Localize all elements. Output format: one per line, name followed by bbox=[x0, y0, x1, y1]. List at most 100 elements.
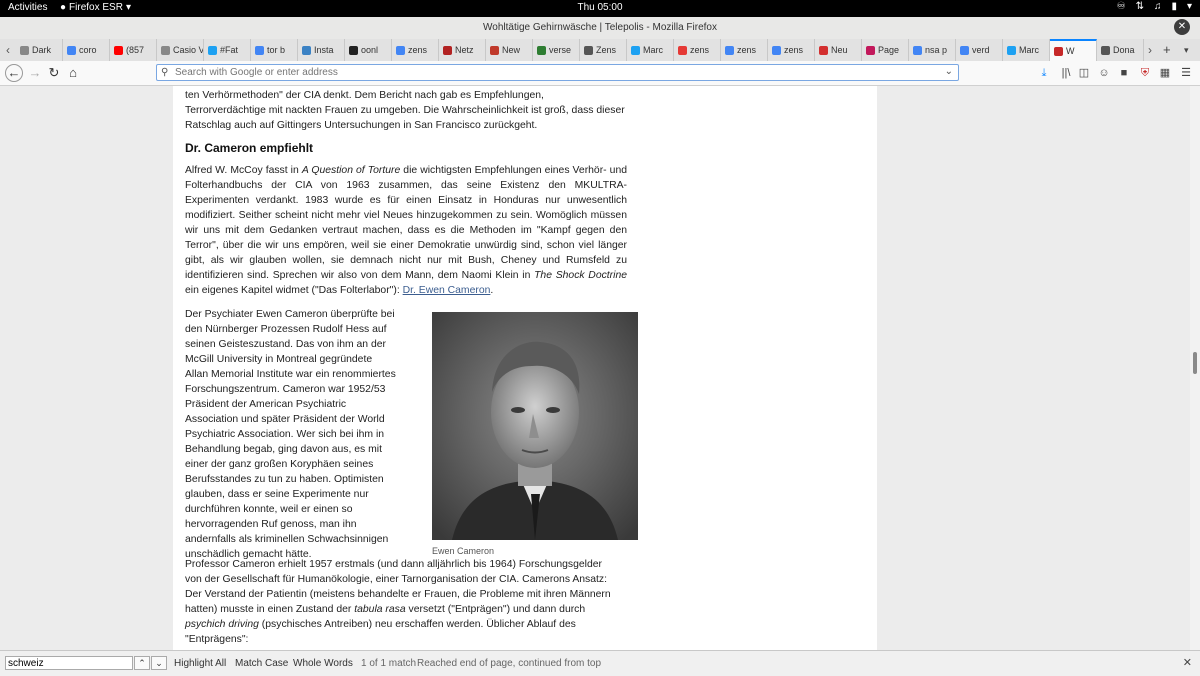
text-run: Alfred W. McCoy fasst in bbox=[185, 165, 302, 176]
home-icon: ⌂ bbox=[69, 65, 77, 80]
browser-tab[interactable]: #Fat bbox=[204, 39, 251, 61]
browser-tab[interactable]: nsa p bbox=[909, 39, 956, 61]
scroll-tabs-right-button[interactable]: › bbox=[1143, 39, 1157, 61]
reload-button[interactable]: ↻ bbox=[45, 64, 63, 82]
download-icon[interactable]: ⤓ bbox=[1036, 65, 1052, 81]
find-previous-button[interactable]: ⌃ bbox=[134, 656, 150, 670]
list-all-tabs-button[interactable]: ▾ bbox=[1184, 39, 1189, 61]
match-case-checkbox[interactable]: Match Case bbox=[235, 658, 288, 669]
network-icon: ⇅ bbox=[1135, 1, 1144, 12]
home-button[interactable]: ⌂ bbox=[64, 64, 82, 82]
cameron-link[interactable]: Dr. Ewen Cameron bbox=[403, 285, 491, 296]
account-icon[interactable]: ☺ bbox=[1096, 65, 1112, 81]
browser-tab[interactable]: oonl bbox=[345, 39, 392, 61]
ewen-cameron-photo bbox=[432, 312, 638, 540]
browser-tab[interactable]: Marc bbox=[1003, 39, 1050, 61]
netz-icon bbox=[443, 45, 452, 55]
browser-tab[interactable]: Casio Vi bbox=[157, 39, 204, 61]
github-icon bbox=[349, 45, 358, 55]
tab-strip: ‹ Dark coro (857 Casio Vi #Fat tor b Insta oonl… bbox=[0, 39, 1200, 62]
find-input[interactable] bbox=[5, 656, 133, 670]
trend-icon bbox=[537, 45, 546, 55]
article-paragraph: Alfred W. McCoy fasst in A Question of T… bbox=[185, 163, 627, 298]
accessibility-icon: ♾ bbox=[1116, 1, 1126, 12]
vertical-scrollbar[interactable] bbox=[1190, 86, 1200, 650]
battery-icon: ▮ bbox=[1171, 1, 1177, 12]
browser-tab[interactable]: zens bbox=[768, 39, 815, 61]
hamburger-menu-icon[interactable]: ☰ bbox=[1178, 65, 1194, 81]
emphasis: tabula rasa bbox=[354, 604, 406, 615]
google-icon bbox=[255, 45, 264, 55]
chevron-down-icon[interactable]: ⌄ bbox=[945, 66, 953, 77]
tab-label: Marc bbox=[643, 45, 663, 55]
find-next-button[interactable]: ⌄ bbox=[151, 656, 167, 670]
close-find-bar-button[interactable]: ✕ bbox=[1183, 656, 1192, 669]
scroll-tabs-left-button[interactable]: ‹ bbox=[1, 39, 15, 61]
tab-label: Marc bbox=[1019, 45, 1039, 55]
ublock-icon[interactable]: ⛨ bbox=[1137, 65, 1153, 81]
browser-tab[interactable]: coro bbox=[63, 39, 110, 61]
browser-tab[interactable]: Dark bbox=[16, 39, 63, 61]
tab-label: W bbox=[1066, 46, 1075, 56]
new-tab-button[interactable]: + bbox=[1163, 39, 1171, 61]
system-tray[interactable]: ♾ ⇅ ♫ ▮ ▾ bbox=[1117, 1, 1192, 12]
browser-tab[interactable]: Marc bbox=[627, 39, 674, 61]
volume-icon: ♫ bbox=[1153, 1, 1162, 12]
browser-tab[interactable]: W bbox=[1050, 39, 1097, 61]
arrow-left-icon: ← bbox=[7, 65, 21, 80]
telepolis-icon bbox=[1054, 46, 1063, 56]
browser-tab[interactable]: verse bbox=[533, 39, 580, 61]
find-bar: ⌃ ⌄ Highlight All Match Case Whole Words… bbox=[0, 650, 1200, 676]
text-run: . bbox=[490, 285, 494, 296]
clock[interactable]: Thu 05:00 bbox=[0, 2, 1200, 13]
extension-icon[interactable]: ▦ bbox=[1157, 65, 1173, 81]
url-input[interactable] bbox=[175, 66, 935, 79]
back-button[interactable]: ← bbox=[5, 64, 23, 82]
wikipedia-icon bbox=[1101, 45, 1110, 55]
forward-button[interactable]: → bbox=[26, 64, 44, 82]
twitter-icon bbox=[1007, 45, 1016, 55]
browser-tab[interactable]: Netz bbox=[439, 39, 486, 61]
highlight-all-checkbox[interactable]: Highlight All bbox=[174, 658, 226, 669]
tab-label: Zens bbox=[596, 45, 617, 55]
library-icon[interactable]: ||\ bbox=[1058, 65, 1074, 81]
browser-tab[interactable]: Dona bbox=[1097, 39, 1144, 61]
browser-tab[interactable]: zens bbox=[674, 39, 721, 61]
reload-icon: ↻ bbox=[48, 65, 60, 80]
tab-label: zens bbox=[690, 45, 710, 55]
browser-tab[interactable]: zens bbox=[721, 39, 768, 61]
browser-tab[interactable]: zens bbox=[392, 39, 439, 61]
browser-tab[interactable]: Page bbox=[862, 39, 909, 61]
browser-tab[interactable]: Neu bbox=[815, 39, 862, 61]
tab-label: nsa p bbox=[925, 45, 948, 55]
google-icon bbox=[67, 45, 76, 55]
browser-tab[interactable]: tor b bbox=[251, 39, 298, 61]
tab-label: zens bbox=[784, 45, 804, 55]
address-bar[interactable]: ⚲ ⌄ bbox=[156, 64, 959, 81]
search-icon: ⚲ bbox=[161, 67, 169, 78]
browser-tab[interactable]: verd bbox=[956, 39, 1003, 61]
tab-label: zens bbox=[408, 45, 428, 55]
tab-label: (857 bbox=[126, 45, 145, 55]
scrollbar-thumb[interactable] bbox=[1193, 352, 1197, 374]
chevron-left-icon: ‹ bbox=[6, 43, 10, 57]
google-icon bbox=[396, 45, 405, 55]
page-icon bbox=[161, 45, 170, 55]
browser-tab[interactable]: New bbox=[486, 39, 533, 61]
tab-label: Dona bbox=[1113, 45, 1135, 55]
whole-words-checkbox[interactable]: Whole Words bbox=[293, 658, 353, 669]
tab-label: oonl bbox=[361, 45, 379, 55]
browser-tab[interactable]: (857 bbox=[110, 39, 157, 61]
close-window-button[interactable]: ✕ bbox=[1174, 19, 1190, 35]
tab-label: Page bbox=[878, 45, 900, 55]
figure: Ewen Cameron bbox=[432, 312, 638, 559]
browser-tab[interactable]: Insta bbox=[298, 39, 345, 61]
browser-tab[interactable]: Zens bbox=[580, 39, 627, 61]
article-paragraph: Der Psychiater Ewen Cameron überprüfte b… bbox=[185, 309, 396, 560]
sidebar-icon[interactable]: ◫ bbox=[1076, 65, 1092, 81]
extension-icon[interactable]: ■ bbox=[1116, 65, 1132, 81]
close-icon: ✕ bbox=[1177, 21, 1187, 32]
text-run: versetzt ("Entprägen") und dann durch bbox=[405, 604, 586, 615]
window-title: Wohltätige Gehirnwäsche | Telepolis - Mo… bbox=[483, 22, 717, 33]
window-title-bar[interactable]: Wohltätige Gehirnwäsche | Telepolis - Mo… bbox=[0, 17, 1200, 40]
